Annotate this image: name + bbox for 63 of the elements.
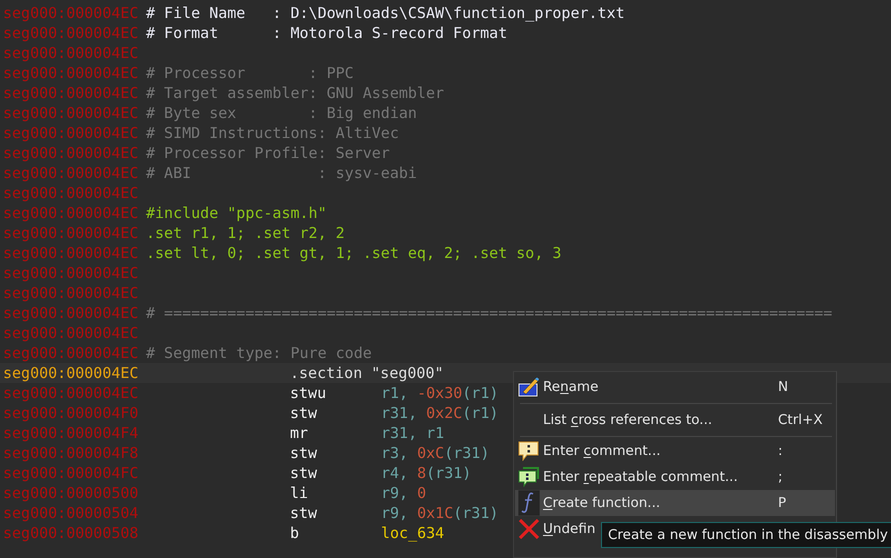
directive-line: #include "ppc-asm.h" bbox=[146, 203, 327, 223]
address: seg000:000004F4 bbox=[3, 423, 140, 443]
comment-line: # ========================================================================== bbox=[146, 303, 832, 323]
comment-line: # Byte sex : Big endian bbox=[146, 103, 417, 123]
address: seg000:000004EC bbox=[3, 263, 140, 283]
address: seg000:000004EC bbox=[3, 83, 140, 103]
tooltip: Create a new function in the disassembly bbox=[601, 522, 891, 548]
shortcut-label: P bbox=[778, 495, 786, 511]
comment-line: # Format : Motorola S-record Format bbox=[146, 23, 508, 43]
address: seg000:00000500 bbox=[3, 483, 140, 503]
address: seg000:000004EC bbox=[3, 163, 140, 183]
address: seg000:000004F8 bbox=[3, 443, 140, 463]
operands: loc_634 bbox=[381, 523, 444, 543]
address: seg000:000004FC bbox=[3, 463, 140, 483]
shortcut-label: N bbox=[778, 379, 788, 395]
address: seg000:000004EC bbox=[3, 123, 140, 143]
comment-line: # File Name : D:\Downloads\CSAW\function_proper.txt bbox=[146, 3, 625, 23]
comment-line: # ABI : sysv-eabi bbox=[146, 163, 417, 183]
address: seg000:000004EC bbox=[3, 303, 140, 323]
section-directive: .section "seg000" bbox=[290, 363, 444, 383]
mnemonic: li bbox=[290, 483, 310, 503]
address: seg000:00000508 bbox=[3, 523, 140, 543]
shortcut-label: : bbox=[778, 443, 783, 459]
address: seg000:000004EC bbox=[3, 243, 140, 263]
comment-line: # Target assembler: GNU Assembler bbox=[146, 83, 444, 103]
operands: r9, 0x1C(r31) bbox=[381, 503, 498, 523]
address: seg000:000004EC bbox=[3, 223, 140, 243]
comment-line: # SIMD Instructions: AltiVec bbox=[146, 123, 399, 143]
operands: r31, 0x2C(r1) bbox=[381, 403, 498, 423]
comment-line: # Processor Profile: Server bbox=[146, 143, 390, 163]
address: seg000:000004EC bbox=[3, 23, 140, 43]
address: seg000:000004EC bbox=[3, 103, 140, 123]
address: seg000:000004EC bbox=[3, 383, 140, 403]
shortcut-label: ; bbox=[778, 469, 783, 485]
address: seg000:000004EC bbox=[3, 343, 140, 363]
shortcut-label: Ctrl+X bbox=[778, 412, 823, 428]
address: seg000:000004EC bbox=[3, 363, 140, 383]
mnemonic: stw bbox=[290, 503, 318, 523]
comment-line: # Processor : PPC bbox=[146, 63, 354, 83]
operands: r31, r1 bbox=[381, 423, 444, 443]
mnemonic: stw bbox=[290, 403, 318, 423]
address: seg000:000004EC bbox=[3, 283, 140, 303]
address: seg000:00000504 bbox=[3, 503, 140, 523]
mnemonic: mr bbox=[290, 423, 310, 443]
address: seg000:000004EC bbox=[3, 203, 140, 223]
mnemonic: stwu bbox=[290, 383, 328, 403]
address: seg000:000004F0 bbox=[3, 403, 140, 423]
operands: r1, -0x30(r1) bbox=[381, 383, 498, 403]
address: seg000:000004EC bbox=[3, 183, 140, 203]
mnemonic: stw bbox=[290, 443, 318, 463]
address: seg000:000004EC bbox=[3, 323, 140, 343]
address: seg000:000004EC bbox=[3, 3, 140, 23]
mnemonic: b bbox=[290, 523, 300, 543]
operands: r9, 0 bbox=[381, 483, 426, 503]
operands: r4, 8(r31) bbox=[381, 463, 472, 483]
directive-line: .set r1, 1; .set r2, 2 bbox=[146, 223, 345, 243]
address: seg000:000004EC bbox=[3, 63, 140, 83]
mnemonic: stw bbox=[290, 463, 318, 483]
address: seg000:000004EC bbox=[3, 143, 140, 163]
address: seg000:000004EC bbox=[3, 43, 140, 63]
directive-line: .set lt, 0; .set gt, 1; .set eq, 2; .set so, 3 bbox=[146, 243, 562, 263]
operands: r3, 0xC(r31) bbox=[381, 443, 490, 463]
comment-line: # Segment type: Pure code bbox=[146, 343, 372, 363]
